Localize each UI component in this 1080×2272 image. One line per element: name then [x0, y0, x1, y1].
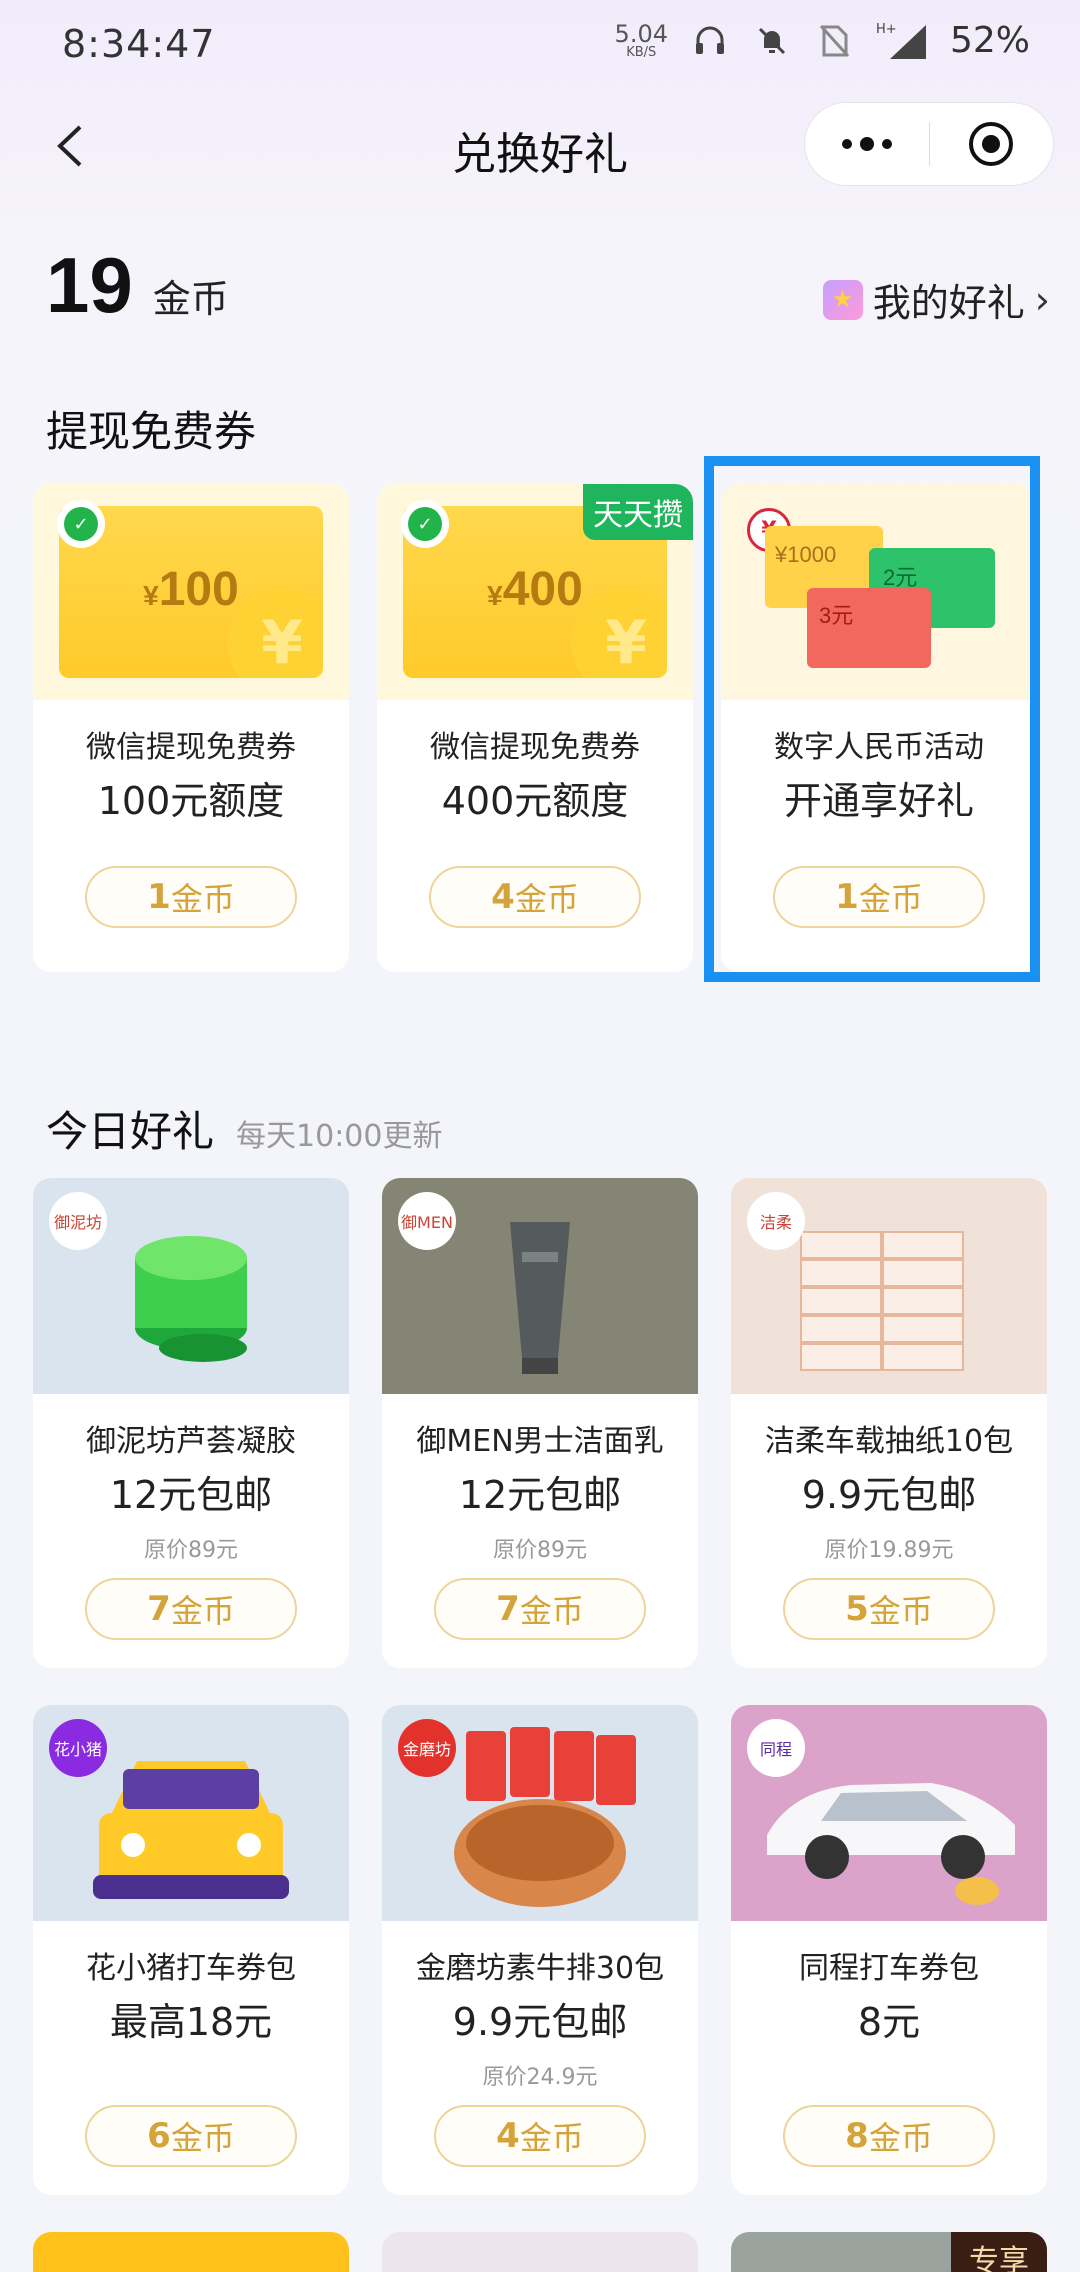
coin-unit: 金币 [152, 277, 229, 321]
gift-card-peek-1[interactable] [33, 2232, 349, 2272]
product-image: 洁柔 [731, 1178, 1047, 1394]
card-name: 同程打车券包 [799, 1951, 979, 1986]
voucher-amount: 100 [158, 563, 239, 616]
my-gifts-label: 我的好礼 [872, 281, 1025, 325]
more-dots-icon [841, 137, 892, 151]
withdraw-card-400[interactable]: ¥ ¥400 ✓ 天天攒 微信提现免费券 400元额度 4 金币 [377, 484, 693, 972]
status-icons: 5.04 KB/S H+ 52% [615, 20, 1030, 61]
card-name: 花小猪打车券包 [86, 1951, 296, 1986]
selection-highlight [704, 456, 1040, 982]
card-price: 最高18元 [109, 2000, 273, 2044]
gift-card-tongcheng[interactable]: 同程 同程打车券包 8元 8 金币 [731, 1705, 1047, 2195]
card-name: 金磨坊素牛排30包 [415, 1951, 665, 1986]
product-image: 同程 [731, 1705, 1047, 1921]
product-image: 御MEN [382, 1178, 698, 1394]
chevron-right-icon: › [1034, 277, 1050, 322]
withdraw-card-100[interactable]: ¥ ¥100 ✓ 微信提现免费券 100元额度 1 金币 [33, 484, 349, 972]
my-gifts-link[interactable]: 我的好礼 › [822, 272, 1050, 327]
redeem-button[interactable]: 7 金币 [85, 1578, 297, 1640]
card-price: 12元包邮 [458, 1473, 622, 1517]
card-price: 8元 [857, 2000, 921, 2044]
redeem-button[interactable]: 4 金币 [429, 866, 641, 928]
gift-card-veggie-steak[interactable]: 金磨坊 金磨坊素牛排30包 9.9元包邮 原价24.9元 4 金币 [382, 1705, 698, 2195]
card-name: 御泥坊芦荟凝胶 [86, 1424, 296, 1459]
card-price: 12元包邮 [109, 1473, 273, 1517]
card-price: 9.9元包邮 [801, 1473, 977, 1517]
brand-logo-icon: 金磨坊 [398, 1719, 456, 1777]
mini-program-capsule [804, 102, 1054, 186]
status-time: 8:34:47 [62, 22, 216, 66]
gift-card-aloe-gel[interactable]: 御泥坊 御泥坊芦荟凝胶 12元包邮 原价89元 7 金币 [33, 1178, 349, 1668]
redeem-button[interactable]: 6 金币 [85, 2105, 297, 2167]
brand-logo-icon: 同程 [747, 1719, 805, 1777]
wechat-pay-icon: ✓ [401, 500, 449, 548]
product-image: 花小猪 [33, 1705, 349, 1921]
signal-icon: H+ [876, 21, 928, 61]
card-name: 微信提现免费券 [430, 730, 640, 765]
brand-logo-icon: 御泥坊 [49, 1192, 107, 1250]
gift-card-men-cleanser[interactable]: 御MEN 御MEN男士洁面乳 12元包邮 原价89元 7 金币 [382, 1178, 698, 1668]
redeem-button[interactable]: 4 金币 [434, 2105, 646, 2167]
gift-card-peek-2[interactable] [382, 2232, 698, 2272]
withdraw-section-title: 提现免费券 [46, 407, 257, 456]
update-note: 每天10:00更新 [236, 1119, 443, 1154]
coin-balance: 19 金币 [46, 240, 229, 331]
original-price: 原价89元 [493, 1538, 587, 1563]
status-bar: 8:34:47 5.04 KB/S H+ 52% [0, 0, 1080, 92]
gift-card-tissue[interactable]: 洁柔 洁柔车载抽纸10包 9.9元包邮 原价19.89元 5 金币 [731, 1178, 1047, 1668]
coin-count: 19 [46, 241, 133, 329]
voucher-image: ¥ ¥400 ✓ 天天攒 [377, 484, 693, 700]
gift-card-peek-3[interactable]: 专享 [731, 2232, 1047, 2272]
card-price: 100元额度 [97, 779, 285, 823]
card-name: 御MEN男士洁面乳 [416, 1424, 664, 1459]
original-price: 原价24.9元 [482, 2065, 598, 2090]
brand-logo-icon: 御MEN [398, 1192, 456, 1250]
gift-box-icon [822, 279, 863, 320]
card-price: 9.9元包邮 [452, 2000, 628, 2044]
card-name: 洁柔车载抽纸10包 [764, 1424, 1014, 1459]
redeem-button[interactable]: 8 金币 [783, 2105, 995, 2167]
original-price: 原价19.89元 [824, 1538, 954, 1563]
voucher-image: ¥ ¥100 ✓ [33, 484, 349, 700]
battery-level: 52% [949, 20, 1030, 61]
card-price: 400元额度 [441, 779, 629, 823]
redeem-button[interactable]: 5 金币 [783, 1578, 995, 1640]
network-speed: 5.04 KB/S [614, 20, 668, 60]
brand-logo-icon: 洁柔 [747, 1192, 805, 1250]
product-image: 金磨坊 [382, 1705, 698, 1921]
promo-tag: 天天攒 [583, 484, 693, 540]
brand-logo-icon: 花小猪 [49, 1719, 107, 1777]
voucher-amount: 400 [502, 563, 583, 616]
target-icon [969, 122, 1014, 166]
today-section-title: 今日好礼 每天10:00更新 [46, 1107, 443, 1156]
product-image: 御泥坊 [33, 1178, 349, 1394]
more-button[interactable] [805, 102, 929, 186]
original-price: 原价89元 [144, 1538, 238, 1563]
wechat-pay-icon: ✓ [57, 500, 105, 548]
gift-card-huaxiaozhu[interactable]: 花小猪 花小猪打车券包 最高18元 6 金币 [33, 1705, 349, 2195]
redeem-button[interactable]: 1 金币 [85, 866, 297, 928]
nav-bar: 兑换好礼 [0, 92, 1080, 202]
redeem-button[interactable]: 7 金币 [434, 1578, 646, 1640]
no-sim-icon [814, 21, 854, 61]
headphones-icon [690, 21, 730, 61]
close-mini-program-button[interactable] [930, 102, 1054, 186]
exclusive-tag: 专享 [951, 2232, 1047, 2272]
svg-text:H+: H+ [876, 22, 897, 37]
mute-bell-icon [752, 21, 792, 61]
card-name: 微信提现免费券 [86, 730, 296, 765]
